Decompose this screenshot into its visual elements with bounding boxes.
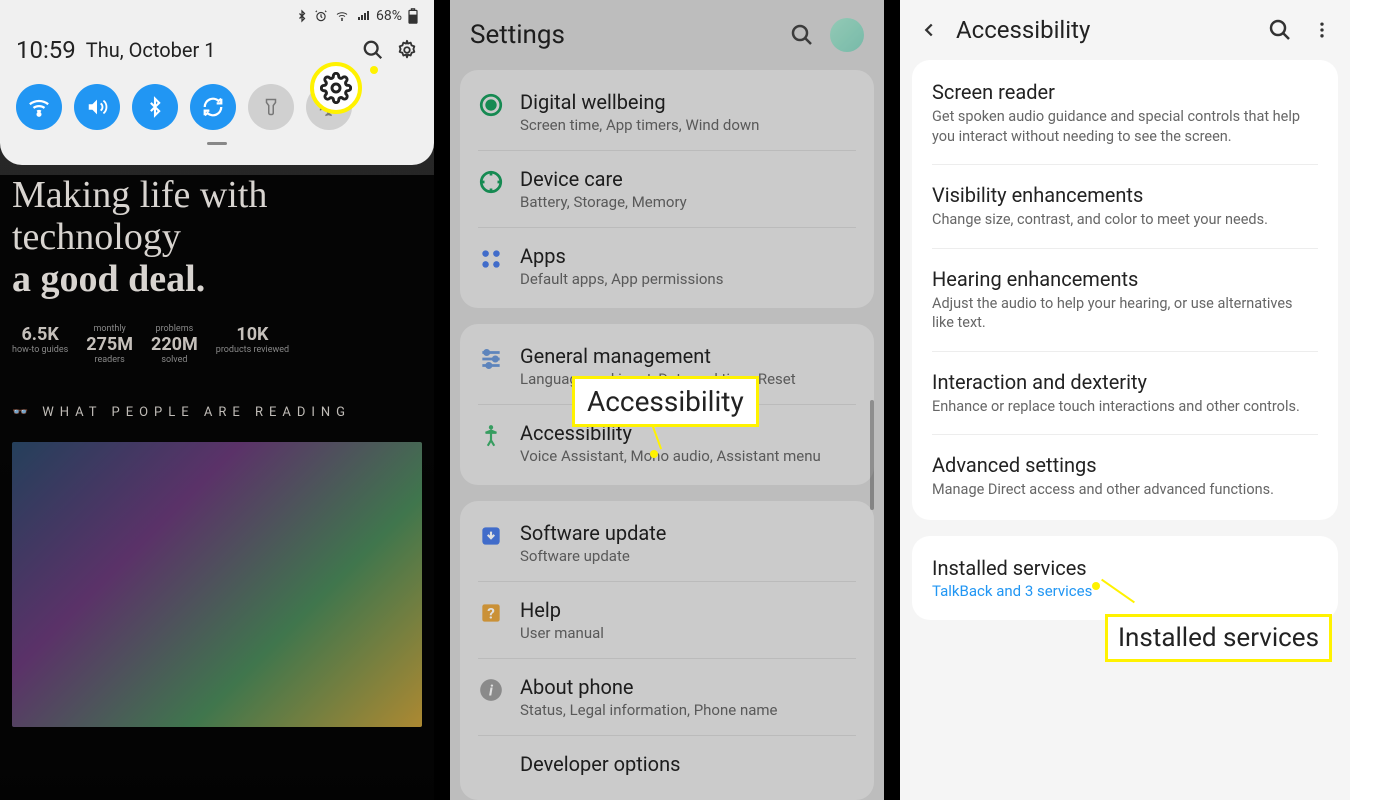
panel-accessibility: Accessibility Screen reader Get spoken a…	[900, 0, 1350, 800]
accessibility-callout: Accessibility	[572, 376, 759, 427]
qs-wifi-toggle[interactable]	[16, 84, 62, 130]
headline-a: Making life with technology	[12, 175, 422, 259]
quick-settings-panel[interactable]: 68% 10:59 Thu, October 1	[0, 0, 434, 165]
item-visibility[interactable]: Visibility enhancements Change size, con…	[932, 165, 1318, 249]
panel-quick-settings: Making life with technology a good deal.…	[0, 0, 450, 800]
item-advanced[interactable]: Advanced settings Manage Direct access a…	[932, 435, 1318, 518]
qs-bluetooth-toggle[interactable]	[132, 84, 178, 130]
qs-rotate-toggle[interactable]	[190, 84, 236, 130]
search-icon[interactable]	[1268, 18, 1292, 42]
search-icon[interactable]	[362, 39, 384, 61]
stats-row: 6.5Khow-to guides monthly275Mreaders pro…	[12, 324, 422, 365]
callout-dot	[370, 66, 378, 74]
qs-volume-toggle[interactable]	[74, 84, 120, 130]
reading-header: 👓 WHAT PEOPLE ARE READING	[12, 405, 422, 420]
callout-dot	[1092, 582, 1100, 590]
item-installed-services[interactable]: Installed services TalkBack and 3 servic…	[932, 538, 1318, 618]
alarm-icon	[314, 9, 328, 23]
battery-icon	[408, 8, 418, 24]
item-screen-reader[interactable]: Screen reader Get spoken audio guidance …	[932, 62, 1318, 165]
battery-pct: 68%	[376, 8, 402, 24]
article-image[interactable]	[12, 442, 422, 727]
stat-item: 10Kproducts reviewed	[216, 324, 289, 365]
clock-time: 10:59	[16, 36, 76, 64]
stat-item: problems220Msolved	[151, 324, 198, 365]
panel-settings: Settings Digital wellbeingScreen time, A…	[450, 0, 900, 800]
signal-icon	[356, 10, 370, 22]
status-bar: 68%	[16, 8, 418, 28]
item-interaction[interactable]: Interaction and dexterity Enhance or rep…	[932, 352, 1318, 436]
back-icon[interactable]	[918, 19, 940, 41]
qs-flashlight-toggle[interactable]	[248, 84, 294, 130]
wifi-icon	[334, 10, 350, 22]
stat-item: monthly275Mreaders	[86, 324, 133, 365]
clock-date: Thu, October 1	[86, 38, 216, 62]
more-icon[interactable]	[1312, 19, 1332, 41]
gear-icon[interactable]	[396, 39, 418, 61]
time-row: 10:59 Thu, October 1	[16, 28, 418, 74]
callout-dot	[650, 450, 658, 458]
headline-b: a good deal.	[12, 259, 422, 301]
glasses-icon: 👓	[12, 405, 34, 420]
accessibility-header: Accessibility	[900, 0, 1350, 60]
page-title: Accessibility	[956, 16, 1090, 44]
stat-item: 6.5Khow-to guides	[12, 324, 68, 365]
gear-highlight-callout	[310, 62, 362, 114]
accessibility-group: Screen reader Get spoken audio guidance …	[912, 60, 1338, 520]
home-content: Making life with technology a good deal.…	[12, 175, 422, 727]
accessibility-body[interactable]: Screen reader Get spoken audio guidance …	[900, 60, 1350, 620]
installed-services-callout: Installed services	[1105, 614, 1332, 662]
panel-handle[interactable]	[207, 142, 227, 145]
bluetooth-icon	[296, 9, 308, 23]
item-hearing[interactable]: Hearing enhancements Adjust the audio to…	[932, 249, 1318, 352]
accessibility-group: Installed services TalkBack and 3 servic…	[912, 536, 1338, 620]
